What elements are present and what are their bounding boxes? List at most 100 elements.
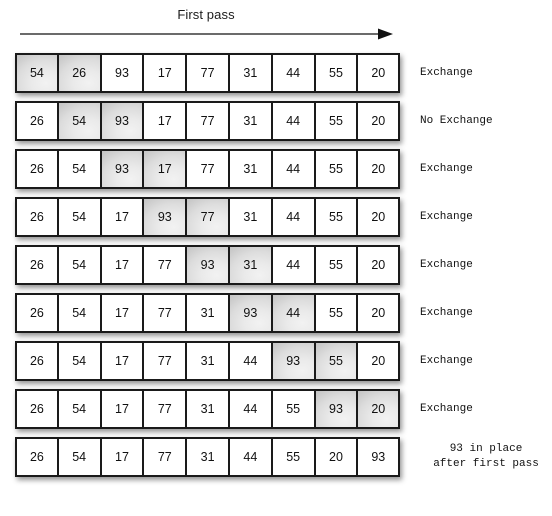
array-cell: 44 (228, 389, 272, 429)
table-row: 26 54 17 77 31 44 55 93 20 Exchange (0, 389, 552, 437)
array-cell: 31 (228, 197, 272, 237)
array-cell: 93 (357, 437, 401, 477)
sort-array: 26 54 17 77 93 31 44 55 20 (15, 245, 401, 285)
array-cell: 26 (15, 101, 58, 141)
sort-array: 54 26 93 17 77 31 44 55 20 (15, 53, 401, 93)
array-cell: 93 (271, 341, 315, 381)
row-status-label-line: Exchange (420, 258, 473, 271)
sort-array: 26 54 17 77 31 93 44 55 20 (15, 293, 401, 333)
array-cell: 55 (271, 389, 315, 429)
array-cell: 55 (314, 341, 358, 381)
array-cell: 31 (186, 293, 229, 333)
array-cell: 44 (271, 245, 315, 285)
table-row: 26 54 17 93 77 31 44 55 20 Exchange (0, 197, 552, 245)
array-cell: 54 (57, 437, 101, 477)
array-cell: 26 (15, 149, 58, 189)
array-cell: 55 (314, 293, 358, 333)
array-cell: 77 (143, 437, 187, 477)
array-cell: 77 (143, 293, 187, 333)
array-cell: 17 (100, 341, 144, 381)
array-cell: 54 (57, 341, 101, 381)
row-status-label: Exchange (420, 53, 552, 93)
table-row: 26 54 17 77 31 44 55 20 93 93 in place after first… (0, 437, 552, 485)
array-cell: 44 (271, 149, 315, 189)
row-status-label: Exchange (420, 197, 552, 237)
table-row: 26 54 93 17 77 31 44 55 20 Exchange (0, 149, 552, 197)
array-cell: 20 (357, 197, 401, 237)
page-title: First pass (177, 7, 235, 22)
array-cell: 93 (100, 149, 144, 189)
array-cell: 31 (228, 53, 272, 93)
array-cell: 44 (271, 53, 315, 93)
row-status-label: Exchange (420, 341, 552, 381)
table-row: 26 54 93 17 77 31 44 55 20 No Exchange (0, 101, 552, 149)
array-cell: 54 (57, 293, 101, 333)
array-cell: 26 (57, 53, 101, 93)
row-status-label: 93 in place after first pass (420, 437, 552, 477)
array-cell: 93 (314, 389, 358, 429)
array-cell: 55 (314, 149, 358, 189)
array-cell: 31 (186, 389, 229, 429)
sort-array: 26 54 17 77 31 44 93 55 20 (15, 341, 401, 381)
array-cell: 26 (15, 293, 58, 333)
array-cell: 44 (271, 197, 315, 237)
array-cell: 77 (186, 149, 229, 189)
row-status-label-line: Exchange (420, 402, 473, 415)
array-cell: 20 (357, 389, 401, 429)
array-cell: 17 (100, 245, 144, 285)
row-status-label-line: Exchange (420, 162, 473, 175)
array-cell: 20 (357, 341, 401, 381)
array-cell: 93 (143, 197, 187, 237)
array-cell: 55 (314, 101, 358, 141)
array-cell: 20 (357, 53, 401, 93)
array-cell: 54 (57, 149, 101, 189)
sort-array: 26 54 17 77 31 44 55 93 20 (15, 389, 401, 429)
array-cell: 17 (100, 293, 144, 333)
array-cell: 20 (314, 437, 358, 477)
row-status-label: Exchange (420, 245, 552, 285)
array-cell: 31 (186, 341, 229, 381)
row-status-label-line: 93 in place (449, 443, 523, 455)
array-cell: 93 (100, 101, 144, 141)
array-cell: 93 (228, 293, 272, 333)
row-status-label-line: No Exchange (420, 114, 493, 127)
row-status-label: Exchange (420, 389, 552, 429)
array-cell: 26 (15, 389, 58, 429)
array-cell: 17 (143, 53, 187, 93)
array-cell: 55 (314, 197, 358, 237)
sort-array: 26 54 17 77 31 44 55 20 93 (15, 437, 401, 477)
array-cell: 93 (186, 245, 229, 285)
array-cell: 77 (186, 197, 229, 237)
array-cell: 20 (357, 101, 401, 141)
sort-array: 26 54 93 17 77 31 44 55 20 (15, 101, 401, 141)
array-cell: 77 (143, 245, 187, 285)
sort-array: 26 54 17 93 77 31 44 55 20 (15, 197, 401, 237)
table-row: 26 54 17 77 31 93 44 55 20 Exchange (0, 293, 552, 341)
array-cell: 54 (57, 245, 101, 285)
array-cell: 77 (186, 101, 229, 141)
array-cell: 31 (186, 437, 229, 477)
array-cell: 77 (143, 341, 187, 381)
table-row: 26 54 17 77 93 31 44 55 20 Exchange (0, 245, 552, 293)
array-cell: 26 (15, 197, 58, 237)
row-status-label-line: Exchange (420, 354, 473, 367)
row-status-label: No Exchange (420, 101, 552, 141)
array-cell: 17 (100, 389, 144, 429)
array-cell: 26 (15, 437, 58, 477)
table-row: 54 26 93 17 77 31 44 55 20 Exchange (0, 53, 552, 101)
array-cell: 20 (357, 293, 401, 333)
row-status-label: Exchange (420, 293, 552, 333)
table-row: 26 54 17 77 31 44 93 55 20 Exchange (0, 341, 552, 389)
array-cell: 26 (15, 245, 58, 285)
array-cell: 54 (57, 389, 101, 429)
array-cell: 55 (314, 53, 358, 93)
array-cell: 31 (228, 245, 272, 285)
array-cell: 44 (271, 293, 315, 333)
row-status-label-line: Exchange (420, 66, 473, 79)
array-cell: 54 (57, 197, 101, 237)
array-cell: 20 (357, 149, 401, 189)
array-cell: 17 (143, 101, 187, 141)
array-cell: 31 (228, 101, 272, 141)
row-status-label-line: Exchange (420, 210, 473, 223)
array-cell: 20 (357, 245, 401, 285)
